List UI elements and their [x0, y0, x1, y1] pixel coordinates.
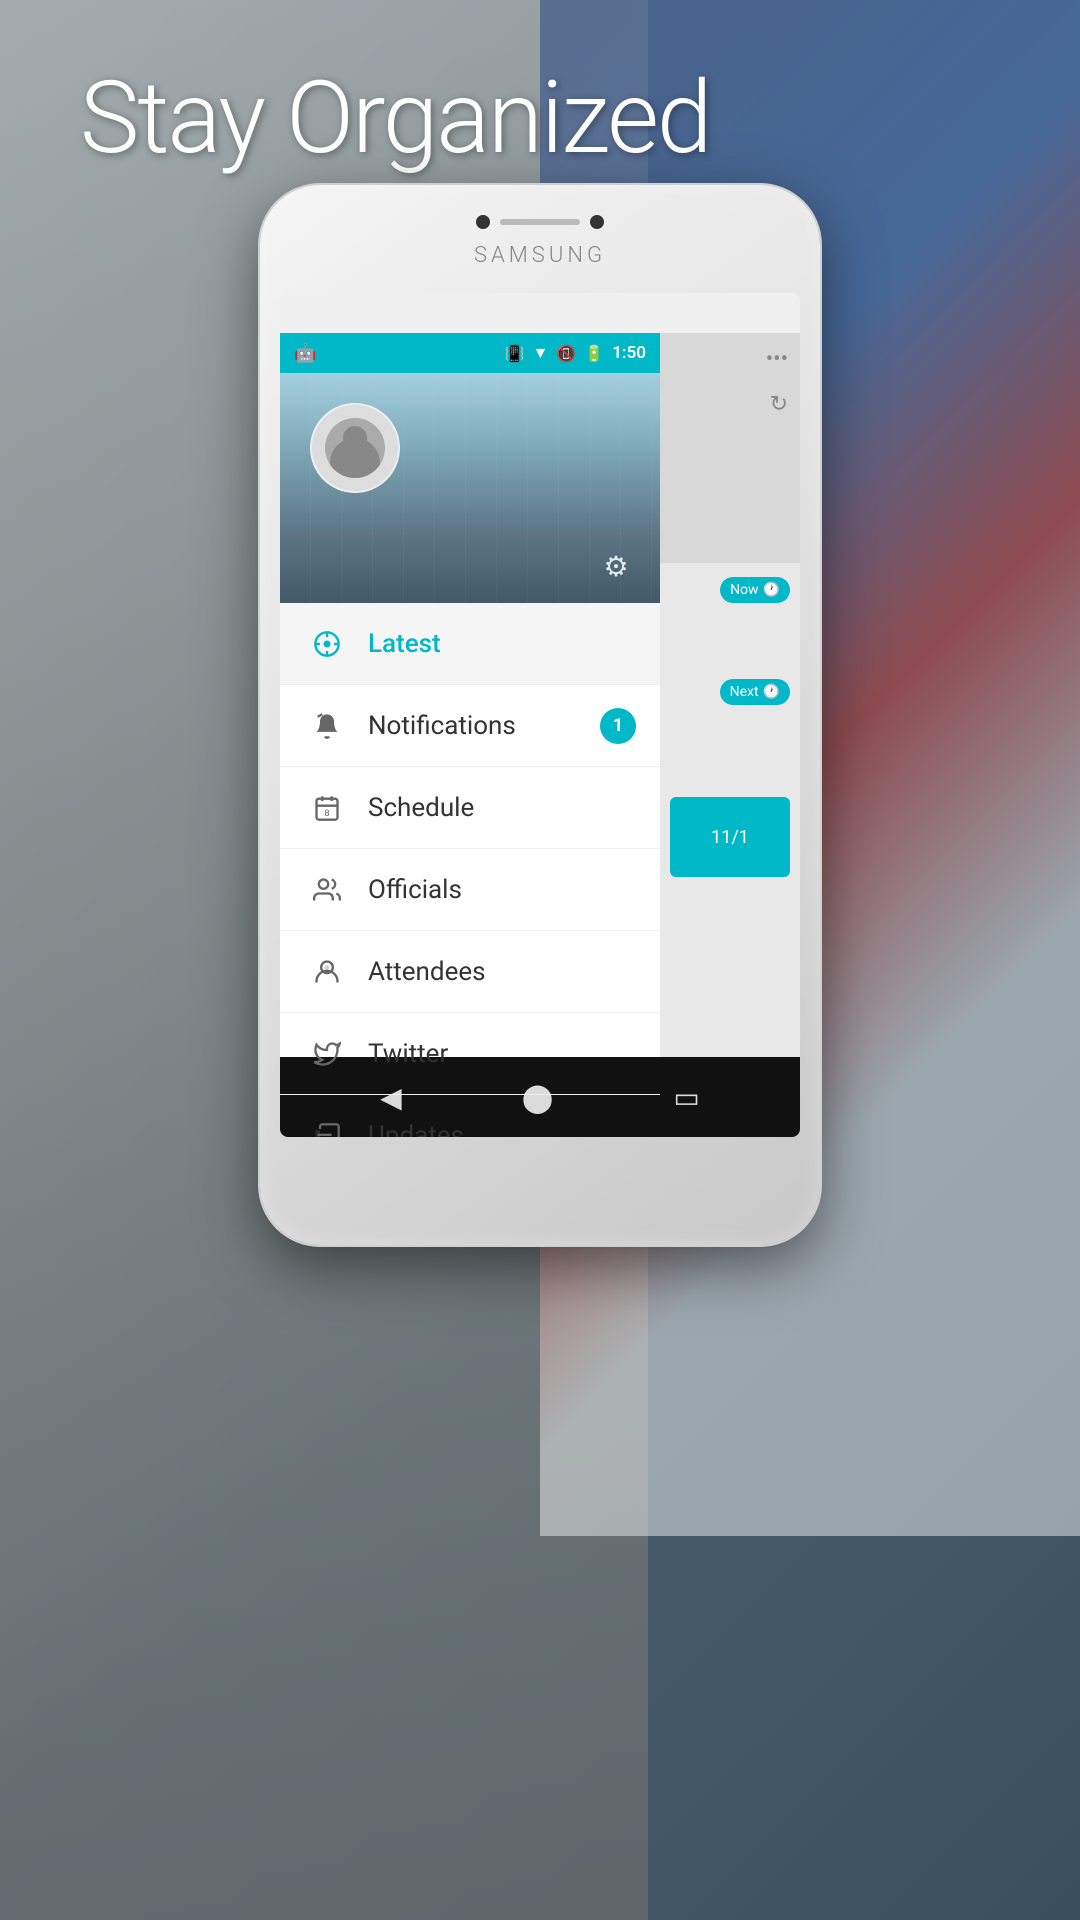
sidebar-item-updates-label: Updates — [368, 1121, 464, 1138]
officials-icon — [304, 867, 350, 913]
sidebar-item-attendees[interactable]: Attendees — [280, 931, 660, 1013]
right-panel-cards: Now 🕐 Next 🕐 11/1 Washin... — [660, 563, 800, 1137]
gear-icon: ⚙ — [603, 550, 628, 583]
sidebar-item-schedule-label: Schedule — [368, 793, 474, 823]
attendees-icon — [304, 949, 350, 995]
speaker-grille — [500, 219, 580, 225]
refresh-icon[interactable]: ↻ — [770, 392, 788, 417]
sidebar-item-updates[interactable]: Updates — [280, 1095, 660, 1137]
phone-device: SAMSUNG ••• ↻ Now 🕐 — [260, 185, 820, 1245]
camera-dot-2 — [590, 215, 604, 229]
sidebar-item-twitter-label: Twitter — [368, 1039, 448, 1069]
twitter-icon — [304, 1031, 350, 1077]
clock-icon: 🕐 — [763, 582, 780, 598]
dashboard-icon — [304, 621, 350, 667]
right-panel-top: ••• ↻ — [660, 333, 800, 563]
page-title: Stay Organized — [80, 60, 711, 177]
samsung-brand: SAMSUNG — [474, 243, 606, 268]
next-badge: Next 🕐 — [720, 679, 790, 705]
sidebar-item-latest[interactable]: Latest — [280, 603, 660, 685]
nav-drawer: 🤖 📳 ▼ 📵 🔋 1:50 — [280, 333, 660, 1057]
sidebar-item-officials-label: Officials — [368, 875, 462, 905]
updates-icon — [304, 1113, 350, 1138]
sidebar-item-attendees-label: Attendees — [368, 957, 486, 987]
sidebar-item-latest-label: Latest — [368, 629, 441, 659]
notifications-icon — [304, 703, 350, 749]
avatar-silhouette — [325, 418, 385, 478]
profile-banner: ⚙ — [280, 373, 660, 603]
avatar[interactable] — [310, 403, 400, 493]
sidebar-item-notifications[interactable]: Notifications 1 — [280, 685, 660, 767]
wifi-icon: ▼ — [533, 343, 549, 363]
front-camera-area — [450, 207, 630, 237]
status-right: 📳 ▼ 📵 🔋 1:50 — [505, 343, 646, 363]
time-display: 1:50 — [612, 343, 646, 363]
svg-text:8: 8 — [324, 808, 329, 819]
android-icon: 🤖 — [294, 343, 316, 364]
now-badge: Now 🕐 — [720, 577, 790, 603]
date-card: 11/1 — [670, 797, 790, 877]
sidebar-item-schedule[interactable]: 8 Schedule — [280, 767, 660, 849]
battery-icon: 🔋 — [584, 344, 604, 363]
phone-screen: ••• ↻ Now 🕐 Next 🕐 — [280, 293, 800, 1137]
sidebar-item-twitter[interactable]: Twitter — [280, 1013, 660, 1095]
now-label: Now — [730, 582, 759, 598]
right-panel: ••• ↻ Now 🕐 Next 🕐 — [660, 333, 800, 1057]
status-bar: 🤖 📳 ▼ 📵 🔋 1:50 — [280, 333, 660, 373]
settings-gear-button[interactable]: ⚙ — [597, 547, 635, 585]
sidebar-item-notifications-label: Notifications — [368, 711, 516, 741]
phone-shell: SAMSUNG ••• ↻ Now 🕐 — [260, 185, 820, 1245]
sidebar-item-officials[interactable]: Officials — [280, 849, 660, 931]
calendar-icon: 8 — [304, 785, 350, 831]
menu-area: Latest Notifications 1 8 — [280, 603, 660, 1057]
clock-icon-2: 🕐 — [763, 684, 780, 700]
notifications-badge: 1 — [600, 708, 636, 744]
next-label: Next — [730, 684, 759, 700]
vibrate-icon: 📳 — [505, 344, 525, 363]
status-left: 🤖 — [294, 343, 316, 364]
camera-dot — [476, 215, 490, 229]
signal-off-icon: 📵 — [556, 344, 576, 363]
more-icon[interactable]: ••• — [766, 347, 788, 372]
